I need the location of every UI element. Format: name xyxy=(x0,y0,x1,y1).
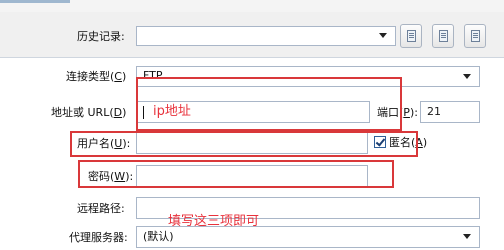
save-site-button[interactable] xyxy=(432,24,454,48)
connection-type-label: 连接类型(C) xyxy=(66,70,127,83)
address-label: 地址或 URL(D) xyxy=(51,106,127,119)
history-label: 历史记录: xyxy=(77,30,125,43)
port-value: 21 xyxy=(427,105,441,118)
chevron-down-icon xyxy=(463,73,471,79)
document-icon xyxy=(407,30,416,42)
password-highlight-box xyxy=(78,160,394,188)
chevron-down-icon xyxy=(379,33,387,38)
address-highlight-box xyxy=(136,77,402,131)
proxy-label: 代理服务器: xyxy=(69,231,128,244)
delete-site-button[interactable] xyxy=(464,24,486,48)
chevron-down-icon xyxy=(463,234,471,239)
save-icon xyxy=(439,30,448,42)
title-strip xyxy=(0,0,504,12)
proxy-select[interactable]: (默认) xyxy=(136,226,480,248)
new-site-button[interactable] xyxy=(400,24,422,48)
proxy-value: (默认) xyxy=(143,230,174,243)
remote-path-label: 远程路径: xyxy=(77,202,125,215)
username-highlight-box xyxy=(70,131,418,157)
delete-icon xyxy=(471,30,480,42)
port-input[interactable]: 21 xyxy=(420,101,480,123)
history-combo[interactable] xyxy=(136,26,396,46)
tab-indicator xyxy=(0,0,70,3)
